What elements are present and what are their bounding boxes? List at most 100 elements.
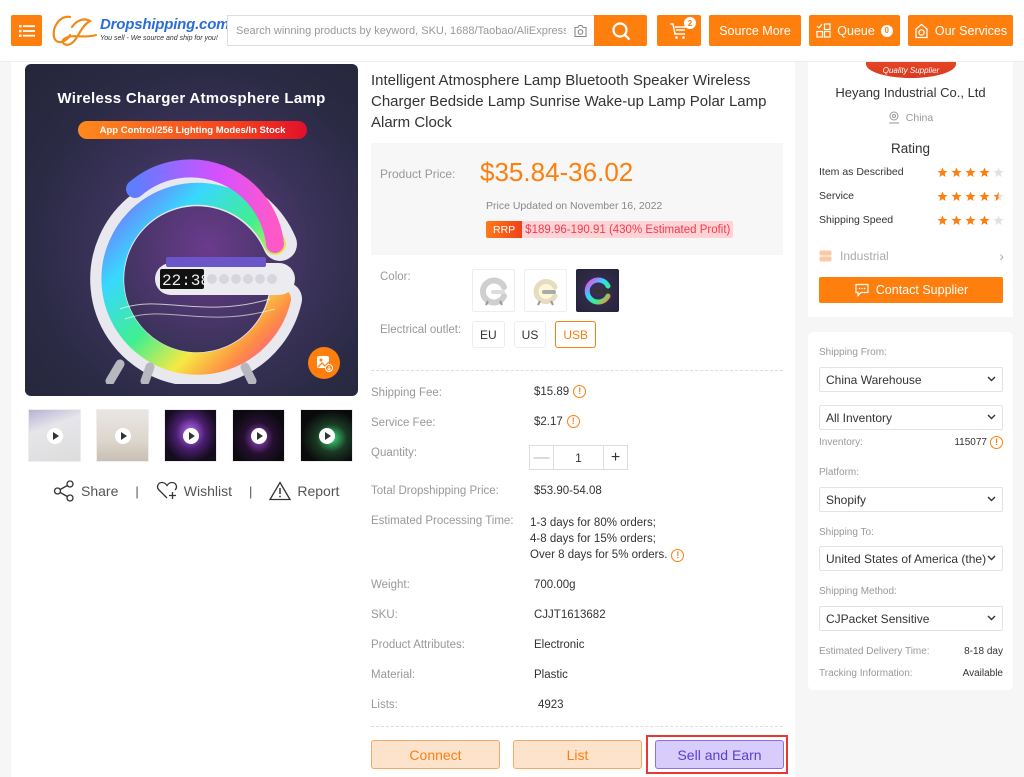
logo-tagline: You sell - We source and ship for you!: [100, 35, 218, 42]
inventory-filter-select[interactable]: All Inventory: [819, 405, 1003, 430]
play-icon: [250, 427, 267, 444]
rating-label: Shipping Speed: [819, 214, 894, 226]
outlet-option-us[interactable]: US: [513, 321, 547, 348]
processing-time-label: Estimated Processing Time:: [371, 515, 514, 527]
tracking-row: Tracking Information: Available: [819, 668, 1003, 679]
info-icon[interactable]: !: [573, 385, 587, 398]
star-filled-icon: [965, 215, 976, 225]
outlet-option-usb[interactable]: USB: [555, 321, 597, 348]
star-filled-icon: [951, 215, 962, 225]
shipping-method-select[interactable]: CJPacket Sensitive: [819, 606, 1003, 631]
outlet-option-eu[interactable]: EU: [472, 321, 505, 348]
action-separator: |: [248, 483, 253, 499]
sell-and-earn-button[interactable]: Sell and Earn: [655, 740, 784, 769]
weight-label: Weight:: [371, 579, 410, 591]
connect-button[interactable]: Connect: [371, 740, 500, 769]
color-label: Color:: [380, 271, 411, 283]
queue-button[interactable]: Queue 0: [809, 15, 900, 46]
color-option-white[interactable]: [472, 269, 515, 312]
star-filled-icon: [951, 191, 962, 201]
search-icon: [611, 21, 630, 40]
color-option-rgb[interactable]: [576, 269, 619, 312]
chat-icon: [855, 283, 869, 297]
shipping-to-select[interactable]: United States of America (the): [819, 546, 1003, 571]
info-icon[interactable]: !: [566, 415, 580, 428]
star-rating: [937, 167, 1004, 178]
rating-row: Item as Described: [819, 166, 1004, 178]
info-icon[interactable]: !: [990, 436, 1003, 449]
total-price-label: Total Dropshipping Price:: [371, 485, 499, 497]
cart-button[interactable]: 2: [657, 15, 701, 46]
product-action-buttons: Connect List Sell and Earn: [371, 740, 784, 769]
main-product-image[interactable]: Wireless Charger Atmosphere Lamp App Con…: [25, 64, 358, 396]
lists-label: Lists:: [371, 699, 398, 711]
platform-label: Platform:: [819, 467, 860, 478]
services-icon: [915, 23, 928, 38]
star-filled-icon: [937, 191, 948, 201]
supplier-industry-link[interactable]: Industrial ›: [819, 248, 1004, 264]
cj-logo[interactable]: Dropshipping.com You sell - We source an…: [50, 13, 229, 49]
share-icon: [53, 480, 74, 502]
source-more-button[interactable]: Source More: [709, 15, 801, 46]
clock-display: 22:38: [162, 272, 210, 290]
rating-title: Rating: [890, 141, 931, 156]
store-icon: [819, 250, 832, 262]
contact-supplier-button[interactable]: Contact Supplier: [819, 277, 1003, 303]
service-fee-label: Service Fee:: [371, 417, 436, 429]
warning-triangle-icon: [269, 481, 292, 501]
play-icon: [114, 427, 131, 444]
info-icon[interactable]: !: [671, 548, 685, 562]
camera-icon: [573, 24, 587, 37]
lamp-rgb-swatch-icon: [584, 277, 610, 304]
tracking-value: Available: [962, 668, 1003, 679]
rrp-tag: RRP: [486, 221, 523, 238]
shipping-method-label: Shipping Method:: [819, 586, 897, 597]
chevron-down-icon: [987, 376, 996, 382]
inventory-row: Inventory: 115077 !: [819, 436, 1003, 449]
star-filled-icon: [937, 215, 948, 225]
star-filled-icon: [937, 167, 948, 177]
search-input[interactable]: [228, 16, 566, 45]
quantity-increase-button[interactable]: +: [603, 446, 627, 469]
image-headline: Wireless Charger Atmosphere Lamp: [57, 90, 326, 107]
location-pin-icon: [888, 111, 899, 124]
color-option-warm-white[interactable]: [524, 269, 567, 312]
shipping-fee-value: $15.89: [534, 385, 570, 398]
chevron-right-icon: ›: [999, 248, 1004, 264]
wishlist-button[interactable]: Wishlist: [156, 481, 232, 501]
queue-label: Queue: [837, 23, 875, 38]
our-services-button[interactable]: Our Services: [908, 15, 1013, 46]
rating-label: Item as Described: [819, 166, 904, 178]
sku-label: SKU:: [371, 609, 398, 621]
chevron-down-icon: [987, 496, 996, 502]
menu-button[interactable]: [11, 15, 42, 46]
shipping-to-label: Shipping To:: [819, 527, 874, 538]
platform-select[interactable]: Shopify: [819, 487, 1003, 512]
play-icon: [182, 427, 199, 444]
thumbnail-video[interactable]: [96, 409, 149, 462]
search-button[interactable]: [594, 15, 647, 46]
thumbnail-video[interactable]: [232, 409, 285, 462]
thumbnail-video[interactable]: [300, 409, 353, 462]
supplier-name[interactable]: Heyang Industrial Co., Ltd: [808, 85, 1013, 100]
save-image-button[interactable]: [308, 347, 340, 379]
thumbnail-video[interactable]: [164, 409, 217, 462]
image-search-button[interactable]: [566, 24, 594, 38]
share-button[interactable]: Share: [53, 480, 118, 502]
platform-value: Shopify: [826, 492, 867, 507]
product-title: Intelligent Atmosphere Lamp Bluetooth Sp…: [371, 72, 767, 131]
supplier-country: China: [905, 111, 934, 124]
quantity-input[interactable]: [554, 446, 603, 469]
supplier-card: Quality Supplier Heyang Industrial Co., …: [808, 62, 1013, 317]
cart-count-badge: 2: [684, 17, 696, 29]
thumbnail-video[interactable]: [28, 409, 81, 462]
star-filled-icon: [979, 215, 990, 225]
service-fee-value: $2.17: [534, 415, 563, 428]
star-filled-icon: [979, 191, 990, 201]
total-price-value: $53.90-54.08: [534, 485, 602, 497]
list-button[interactable]: List: [513, 740, 642, 769]
quantity-decrease-button[interactable]: —: [530, 446, 554, 469]
report-button[interactable]: Report: [269, 481, 339, 501]
inventory-label: Inventory:: [819, 437, 863, 448]
shipping-from-select[interactable]: China Warehouse: [819, 367, 1003, 392]
